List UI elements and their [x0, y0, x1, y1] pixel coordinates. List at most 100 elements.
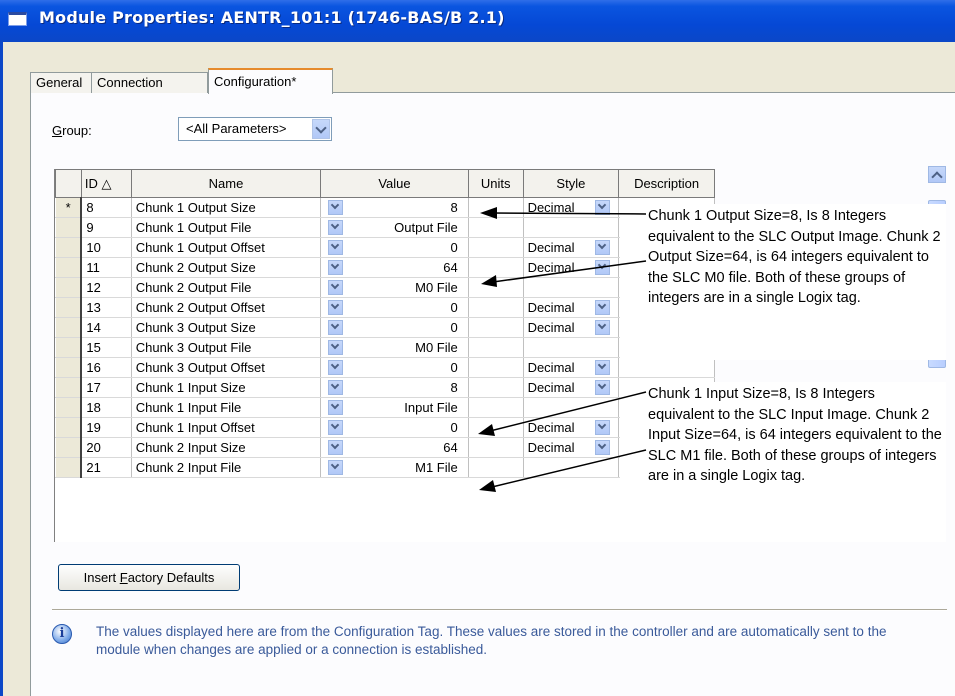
row-style[interactable]: [523, 457, 620, 478]
row-value-cell[interactable]: M1 File: [320, 457, 469, 478]
row-style[interactable]: Decimal: [523, 257, 620, 278]
row-selector[interactable]: [55, 317, 82, 338]
scroll-up-button[interactable]: [928, 166, 946, 183]
row-style[interactable]: Decimal: [523, 417, 620, 438]
row-value[interactable]: Input File: [343, 400, 464, 415]
chevron-down-icon[interactable]: [328, 460, 344, 475]
chevron-down-icon[interactable]: [595, 420, 611, 435]
row-selector[interactable]: [55, 377, 82, 398]
row-value-cell[interactable]: 0: [320, 317, 469, 338]
chevron-down-icon[interactable]: [328, 220, 344, 235]
tab-configuration[interactable]: Configuration*: [208, 68, 333, 94]
row-selector[interactable]: [55, 437, 82, 458]
chevron-down-icon[interactable]: [595, 380, 611, 395]
row-selector[interactable]: [55, 297, 82, 318]
table-row[interactable]: 20 Chunk 2 Input Size 64 Decimal: [55, 437, 715, 458]
row-style[interactable]: Decimal: [523, 317, 620, 338]
row-value-cell[interactable]: 0: [320, 297, 469, 318]
table-row[interactable]: 9 Chunk 1 Output File Output File: [55, 217, 715, 238]
table-row[interactable]: 16 Chunk 3 Output Offset 0 Decimal: [55, 357, 715, 378]
chevron-down-icon[interactable]: [328, 360, 344, 375]
chevron-down-icon[interactable]: [328, 260, 344, 275]
row-value-cell[interactable]: 0: [320, 417, 469, 438]
row-style[interactable]: Decimal: [523, 357, 620, 378]
row-value[interactable]: M0 File: [343, 280, 464, 295]
chevron-down-icon[interactable]: [328, 200, 344, 215]
chevron-down-icon[interactable]: [595, 320, 611, 335]
table-row[interactable]: 17 Chunk 1 Input Size 8 Decimal: [55, 377, 715, 398]
row-value[interactable]: 8: [343, 200, 464, 215]
chevron-down-icon[interactable]: [595, 260, 611, 275]
chevron-down-icon[interactable]: [312, 119, 330, 139]
chevron-down-icon[interactable]: [595, 200, 611, 215]
row-value-cell[interactable]: 64: [320, 437, 469, 458]
row-value[interactable]: 0: [343, 240, 464, 255]
row-value[interactable]: 8: [343, 380, 464, 395]
row-value[interactable]: M1 File: [343, 460, 464, 475]
row-selector[interactable]: *: [55, 197, 82, 218]
row-value-cell[interactable]: 64: [320, 257, 469, 278]
row-selector[interactable]: [55, 257, 82, 278]
row-value-cell[interactable]: 0: [320, 357, 469, 378]
row-value[interactable]: 0: [343, 320, 464, 335]
row-selector[interactable]: [55, 357, 82, 378]
table-row[interactable]: 11 Chunk 2 Output Size 64 Decimal: [55, 257, 715, 278]
table-row[interactable]: * 8 Chunk 1 Output Size 8 Decimal: [55, 197, 715, 218]
name-column-header[interactable]: Name: [130, 169, 322, 198]
table-row[interactable]: 19 Chunk 1 Input Offset 0 Decimal: [55, 417, 715, 438]
chevron-down-icon[interactable]: [328, 240, 344, 255]
row-selector[interactable]: [55, 417, 82, 438]
chevron-down-icon[interactable]: [328, 320, 344, 335]
table-row[interactable]: 14 Chunk 3 Output Size 0 Decimal: [55, 317, 715, 338]
row-value[interactable]: 0: [343, 420, 464, 435]
chevron-down-icon[interactable]: [595, 240, 611, 255]
row-selector[interactable]: [55, 217, 82, 238]
description-column-header[interactable]: Description: [618, 169, 715, 198]
chevron-down-icon[interactable]: [595, 300, 611, 315]
row-style[interactable]: [523, 337, 620, 358]
row-style[interactable]: Decimal: [523, 197, 620, 218]
row-style[interactable]: Decimal: [523, 437, 620, 458]
row-value[interactable]: M0 File: [343, 340, 464, 355]
chevron-down-icon[interactable]: [328, 440, 344, 455]
style-column-header[interactable]: Style: [522, 169, 620, 198]
chevron-down-icon[interactable]: [328, 280, 344, 295]
chevron-down-icon[interactable]: [595, 360, 611, 375]
chevron-down-icon[interactable]: [328, 300, 344, 315]
row-value[interactable]: 0: [343, 360, 464, 375]
chevron-down-icon[interactable]: [328, 340, 344, 355]
table-row[interactable]: 21 Chunk 2 Input File M1 File: [55, 457, 715, 478]
row-selector[interactable]: [55, 337, 82, 358]
row-value-cell[interactable]: M0 File: [320, 277, 469, 298]
row-selector[interactable]: [55, 397, 82, 418]
chevron-down-icon[interactable]: [595, 440, 611, 455]
table-row[interactable]: 13 Chunk 2 Output Offset 0 Decimal: [55, 297, 715, 318]
table-row[interactable]: 12 Chunk 2 Output File M0 File: [55, 277, 715, 298]
table-row[interactable]: 10 Chunk 1 Output Offset 0 Decimal: [55, 237, 715, 258]
row-style[interactable]: [523, 277, 620, 298]
row-value[interactable]: 0: [343, 300, 464, 315]
tab-connection[interactable]: Connection: [91, 72, 208, 93]
chevron-down-icon[interactable]: [328, 380, 344, 395]
value-column-header[interactable]: Value: [320, 169, 469, 198]
row-value-cell[interactable]: 0: [320, 237, 469, 258]
row-value[interactable]: Output File: [343, 220, 464, 235]
group-select[interactable]: <All Parameters>: [178, 117, 332, 141]
id-column-header[interactable]: ID △: [80, 169, 132, 198]
row-value[interactable]: 64: [343, 440, 464, 455]
row-selector[interactable]: [55, 237, 82, 258]
row-value-cell[interactable]: 8: [320, 377, 469, 398]
chevron-down-icon[interactable]: [328, 400, 344, 415]
row-style[interactable]: Decimal: [523, 377, 620, 398]
row-value[interactable]: 64: [343, 260, 464, 275]
chevron-down-icon[interactable]: [328, 420, 344, 435]
row-value-cell[interactable]: Output File: [320, 217, 469, 238]
units-column-header[interactable]: Units: [467, 169, 524, 198]
row-style[interactable]: [523, 397, 620, 418]
row-style[interactable]: [523, 217, 620, 238]
row-value-cell[interactable]: M0 File: [320, 337, 469, 358]
insert-factory-defaults-button[interactable]: Insert Factory Defaults: [58, 564, 240, 591]
row-selector[interactable]: [55, 277, 82, 298]
row-style[interactable]: Decimal: [523, 237, 620, 258]
table-row[interactable]: 15 Chunk 3 Output File M0 File: [55, 337, 715, 358]
